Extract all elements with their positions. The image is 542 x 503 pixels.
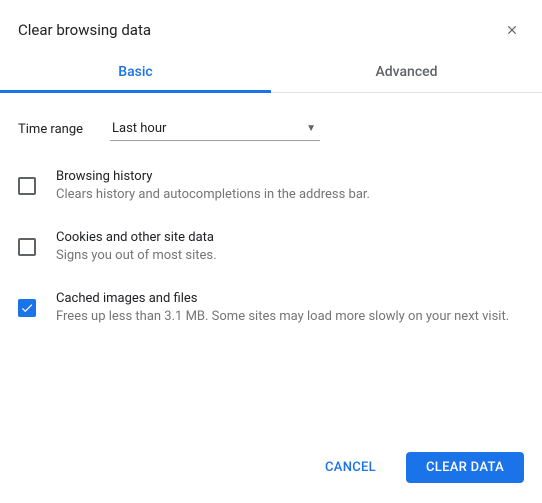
cancel-button[interactable]: CANCEL (305, 452, 396, 483)
checkbox-cookies[interactable] (18, 238, 36, 256)
dialog-title: Clear browsing data (18, 21, 151, 39)
option-cached: Cached images and files Frees up less th… (18, 291, 524, 326)
dialog-header: Clear browsing data (0, 0, 542, 50)
option-text: Browsing history Clears history and auto… (56, 169, 524, 204)
option-browsing-history: Browsing history Clears history and auto… (18, 169, 524, 204)
option-cookies: Cookies and other site data Signs you ou… (18, 230, 524, 265)
chevron-down-icon: ▼ (306, 123, 316, 134)
checkmark-icon (20, 301, 34, 315)
option-description: Signs you out of most sites. (56, 247, 524, 265)
time-range-row: Time range Last hour ▼ (18, 117, 524, 141)
tab-basic[interactable]: Basic (0, 50, 271, 92)
clear-browsing-data-dialog: Clear browsing data Basic Advanced Time … (0, 0, 542, 503)
time-range-label: Time range (18, 122, 110, 137)
tab-bar: Basic Advanced (0, 50, 542, 93)
time-range-value: Last hour (112, 121, 166, 136)
dialog-body: Time range Last hour ▼ Browsing history … (0, 93, 542, 440)
checkbox-cached[interactable] (18, 299, 36, 317)
option-description: Frees up less than 3.1 MB. Some sites ma… (56, 308, 524, 326)
option-description: Clears history and autocompletions in th… (56, 186, 524, 204)
tab-advanced[interactable]: Advanced (271, 50, 542, 92)
time-range-select[interactable]: Last hour ▼ (110, 117, 320, 141)
option-title: Cached images and files (56, 291, 524, 306)
option-text: Cached images and files Frees up less th… (56, 291, 524, 326)
close-icon (505, 23, 519, 37)
dialog-footer: CANCEL CLEAR DATA (0, 440, 542, 503)
option-title: Browsing history (56, 169, 524, 184)
option-text: Cookies and other site data Signs you ou… (56, 230, 524, 265)
checkbox-browsing-history[interactable] (18, 177, 36, 195)
option-title: Cookies and other site data (56, 230, 524, 245)
close-button[interactable] (502, 20, 522, 40)
clear-data-button[interactable]: CLEAR DATA (406, 452, 524, 483)
